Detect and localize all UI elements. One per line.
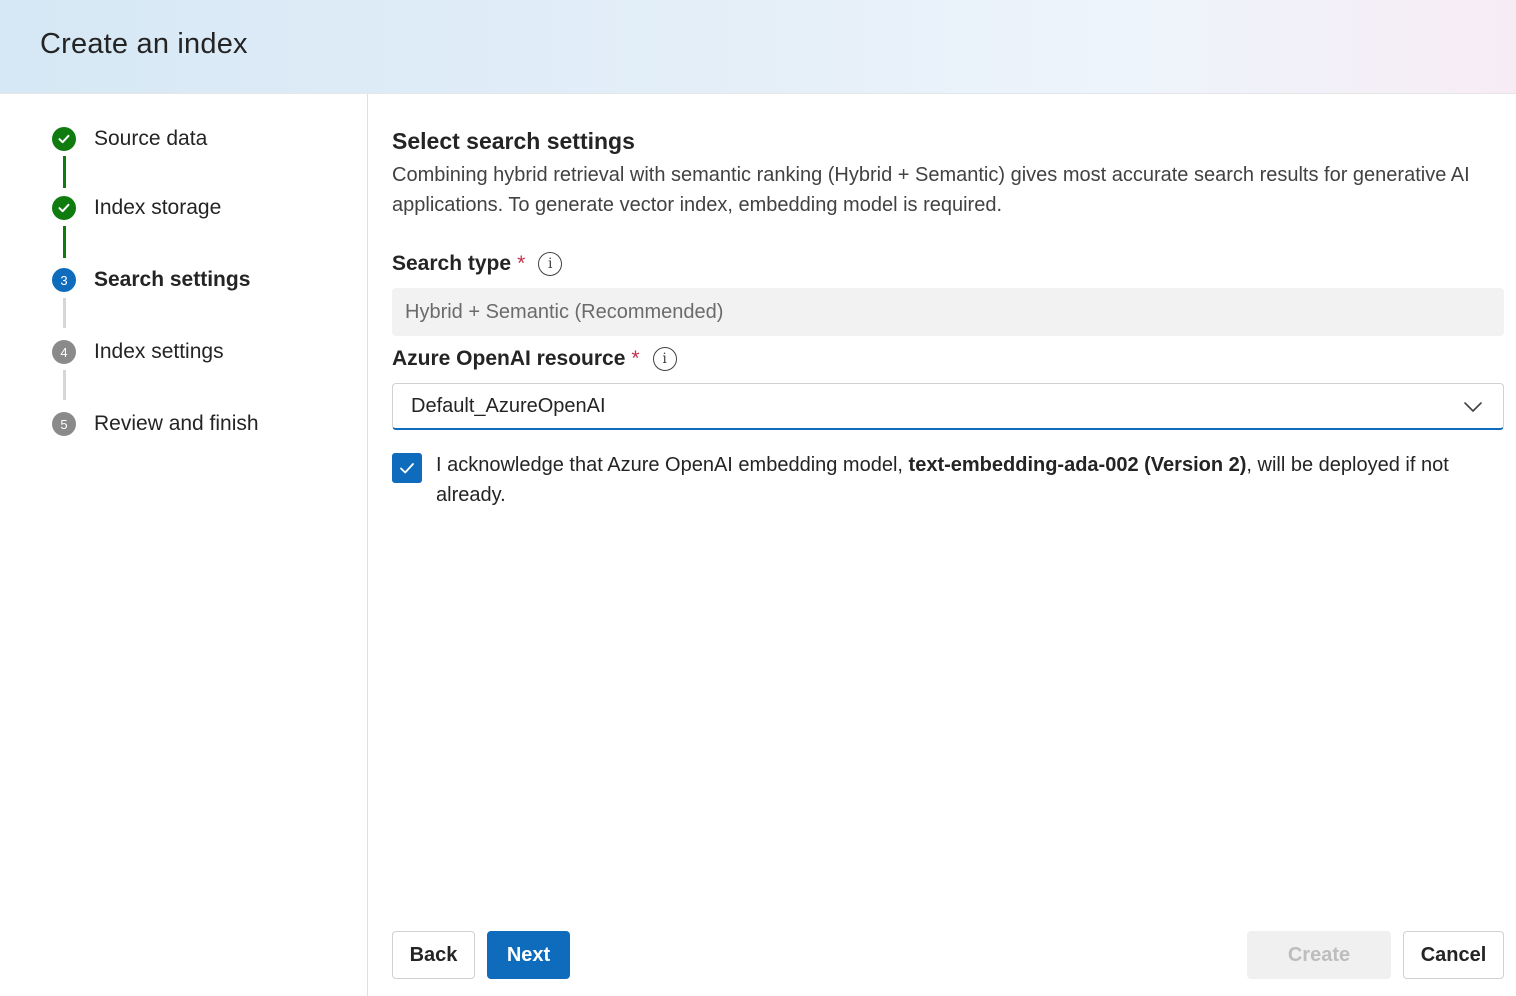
cancel-button[interactable]: Cancel: [1403, 931, 1504, 979]
checkmark-icon: [52, 196, 76, 220]
search-type-field: Hybrid + Semantic (Recommended): [392, 288, 1504, 336]
openai-resource-dropdown[interactable]: Default_AzureOpenAI: [392, 383, 1504, 430]
info-icon[interactable]: i: [538, 252, 563, 276]
search-type-value: Hybrid + Semantic (Recommended): [405, 300, 724, 323]
step-number-badge: 3: [52, 268, 76, 292]
step-connector: [63, 370, 66, 400]
step-label: Source data: [94, 127, 208, 150]
checkmark-icon: [400, 463, 414, 474]
openai-resource-label-text: Azure OpenAI resource: [392, 347, 626, 370]
step-label: Index storage: [94, 196, 222, 219]
openai-resource-label: Azure OpenAI resource * i: [392, 347, 677, 371]
main-panel: Select search settings Combining hybrid …: [392, 94, 1504, 996]
chevron-down-icon: [1464, 402, 1482, 412]
dialog-title: Create an index: [40, 28, 248, 60]
step-index-storage[interactable]: Index storage: [52, 195, 221, 221]
required-mark: *: [631, 347, 640, 370]
back-button[interactable]: Back: [392, 931, 475, 979]
openai-resource-value: Default_AzureOpenAI: [411, 394, 606, 417]
acknowledge-text-before: I acknowledge that Azure OpenAI embeddin…: [436, 454, 909, 476]
step-number-badge: 5: [52, 412, 76, 436]
create-button[interactable]: Create: [1247, 931, 1391, 979]
checkmark-icon: [52, 127, 76, 151]
info-icon[interactable]: i: [652, 347, 677, 371]
step-label: Index settings: [94, 340, 224, 363]
required-mark: *: [517, 252, 526, 275]
acknowledge-text[interactable]: I acknowledge that Azure OpenAI embeddin…: [436, 450, 1496, 510]
step-label: Review and finish: [94, 412, 259, 435]
step-connector: [63, 156, 66, 188]
section-title: Select search settings: [392, 128, 635, 154]
search-type-label: Search type * i: [392, 252, 563, 276]
embedding-model-name: text-embedding-ada-002 (Version 2): [908, 454, 1247, 476]
search-type-label-text: Search type: [392, 252, 512, 275]
wizard-steps-sidebar: Source data Index storage 3 Search setti…: [0, 94, 368, 996]
step-label: Search settings: [94, 268, 251, 291]
step-index-settings[interactable]: 4 Index settings: [52, 339, 224, 365]
step-number-badge: 4: [52, 340, 76, 364]
step-connector: [63, 298, 66, 328]
section-description: Combining hybrid retrieval with semantic…: [392, 164, 1470, 216]
acknowledge-checkbox[interactable]: [392, 453, 422, 483]
next-button[interactable]: Next: [487, 931, 570, 979]
dialog-header: Create an index: [0, 0, 1516, 94]
step-connector: [63, 226, 66, 258]
step-review-and-finish[interactable]: 5 Review and finish: [52, 411, 259, 437]
step-source-data[interactable]: Source data: [52, 126, 207, 152]
step-search-settings[interactable]: 3 Search settings: [52, 267, 250, 293]
